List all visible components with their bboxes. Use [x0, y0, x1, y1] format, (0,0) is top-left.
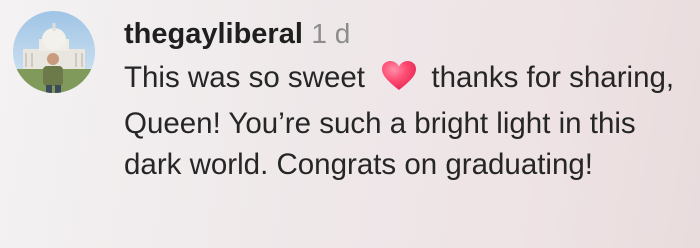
user-avatar[interactable] [13, 11, 95, 93]
username-link[interactable]: thegayliberal [124, 18, 303, 50]
comment-meta: thegayliberal 1 d [124, 13, 694, 55]
heart-emoji-icon [381, 60, 417, 103]
comment: thegayliberal 1 d This was so sweet than… [0, 0, 700, 248]
comment-text: This was so sweet thanks for sharing, Qu… [124, 57, 694, 185]
avatar-photo-icon [13, 11, 95, 93]
comment-timestamp: 1 d [311, 18, 351, 49]
comment-text-part1: This was so sweet [124, 61, 365, 94]
comment-body: thegayliberal 1 d This was so sweet than… [124, 13, 694, 185]
